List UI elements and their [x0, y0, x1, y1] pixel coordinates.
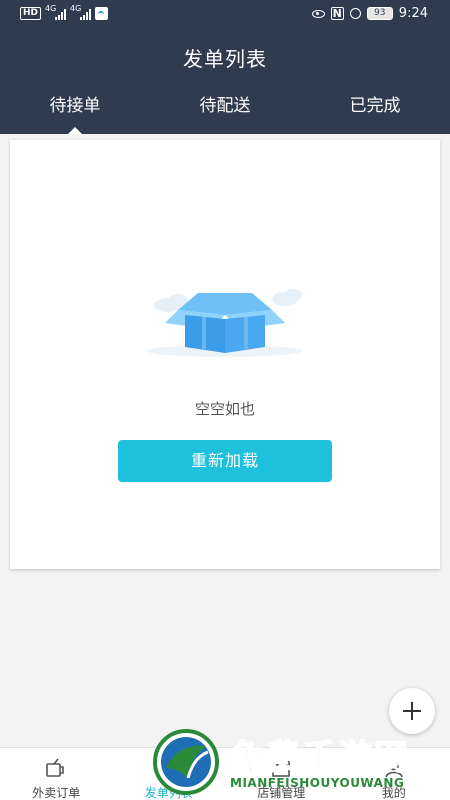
nav-label: 我的	[381, 786, 406, 800]
add-button[interactable]	[389, 688, 435, 734]
battery-icon: 93	[366, 7, 393, 20]
tab-completed[interactable]: 已完成	[300, 90, 450, 134]
hd-badge: HD	[20, 7, 42, 20]
alarm-icon	[349, 8, 361, 19]
title-bar: 发单列表 待接单 待配送 已完成	[0, 30, 450, 134]
nfc-icon: N	[330, 7, 344, 20]
bottom-nav: 外卖订单 发单列表 店铺管理 我的	[0, 747, 450, 800]
nav-item-store-management[interactable]: 店铺管理	[225, 748, 338, 800]
status-left: HD 4G 4G	[20, 4, 109, 20]
status-bar: HD 4G 4G N 93 9:24	[0, 0, 450, 30]
nav-label: 店铺管理	[257, 786, 306, 800]
reload-button[interactable]: 重新加载	[118, 440, 332, 482]
send-list-icon	[158, 761, 179, 777]
nav-item-profile[interactable]: 我的	[338, 748, 450, 800]
takeout-icon	[46, 758, 65, 777]
nav-item-takeout-orders[interactable]: 外卖订单	[0, 748, 113, 800]
profile-icon	[384, 759, 403, 778]
signal-icon: 4G	[45, 4, 67, 20]
nav-label: 发单列表	[144, 786, 193, 800]
tab-pending-accept[interactable]: 待接单	[0, 90, 150, 134]
app-notification-icon	[95, 7, 109, 20]
nav-label: 外卖订单	[32, 786, 81, 800]
signal-icon-2: 4G	[70, 4, 92, 20]
page-title: 发单列表	[183, 47, 267, 71]
store-icon	[271, 759, 292, 777]
empty-state-card: 空空如也 重新加载	[10, 140, 440, 569]
network-label-2: 4G	[70, 3, 82, 13]
status-right: N 93 9:24	[311, 6, 428, 21]
network-label: 4G	[45, 3, 57, 13]
empty-state-text: 空空如也	[194, 400, 255, 418]
nav-item-send-list[interactable]: 发单列表	[113, 748, 226, 800]
tab-pending-delivery[interactable]: 待配送	[150, 90, 300, 134]
clock: 9:24	[398, 6, 428, 21]
empty-box-icon	[147, 289, 303, 357]
eye-comfort-icon	[311, 9, 325, 18]
tab-bar: 待接单 待配送 已完成	[0, 90, 450, 134]
